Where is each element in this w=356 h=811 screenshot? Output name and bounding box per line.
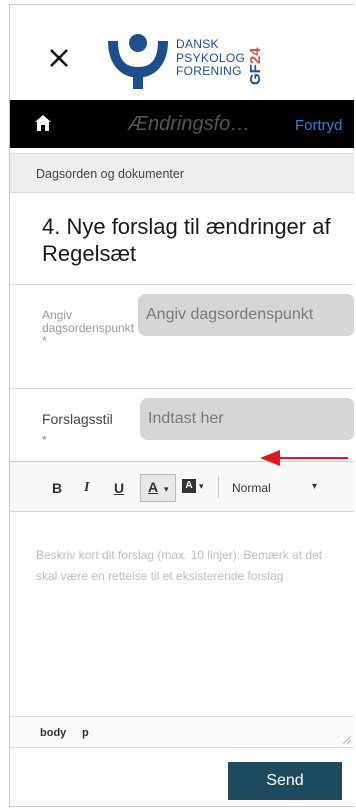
editor-placeholder: Beskriv kort dit forslag (max. 10 linjer… bbox=[36, 548, 323, 583]
chevron-down-icon: ▾ bbox=[312, 481, 318, 492]
rich-text-editor: B I U A ▾ A ▾ Normal ▾ Beskriv kort dit … bbox=[10, 461, 354, 748]
agenda-point-label-text: Angiv dagsordenspunkt bbox=[42, 308, 135, 335]
section-header: Dagsorden og dokumenter bbox=[10, 153, 354, 193]
italic-button[interactable]: I bbox=[84, 480, 89, 496]
section-label: Dagsorden og dokumenter bbox=[36, 167, 185, 181]
form-footer: Send bbox=[10, 747, 354, 806]
editor-content-area[interactable]: Beskriv kort dit forslag (max. 10 linjer… bbox=[10, 513, 354, 713]
bold-button[interactable]: B bbox=[52, 480, 62, 496]
underline-button[interactable]: U bbox=[114, 480, 124, 496]
annotation-arrow-icon bbox=[260, 450, 348, 466]
top-header: DANSK PSYKOLOG FORENING GF24 bbox=[10, 5, 354, 97]
format-select-value: Normal bbox=[232, 481, 271, 495]
psykolog-logo-icon bbox=[108, 34, 168, 89]
app-frame: DANSK PSYKOLOG FORENING GF24 Ændringsfo…… bbox=[9, 4, 354, 807]
path-item-body[interactable]: body bbox=[40, 727, 66, 739]
required-marker: * bbox=[42, 334, 47, 348]
chevron-down-icon: ▾ bbox=[164, 484, 169, 494]
format-select[interactable]: Normal ▾ bbox=[232, 481, 322, 495]
agenda-title-block: 4. Nye forslag til ændringer af Regelsæt bbox=[10, 195, 354, 285]
logo-wordmark: DANSK PSYKOLOG FORENING bbox=[176, 37, 246, 79]
logo-line-2: PSYKOLOG bbox=[176, 50, 246, 65]
logo-line-1: DANSK bbox=[176, 37, 219, 51]
path-item-p[interactable]: p bbox=[82, 727, 89, 739]
close-icon bbox=[50, 49, 68, 67]
agenda-point-input[interactable]: Angiv dagsordenspunkt bbox=[138, 294, 354, 336]
gf24-badge: GF24 bbox=[248, 47, 264, 85]
close-button[interactable] bbox=[46, 45, 72, 71]
font-color-button[interactable]: A ▾ bbox=[140, 474, 176, 502]
agenda-title: 4. Nye forslag til ændringer af Regelsæt bbox=[42, 214, 331, 266]
send-button[interactable]: Send bbox=[228, 762, 342, 800]
chevron-down-icon: ▾ bbox=[199, 481, 204, 491]
resize-grip-icon[interactable] bbox=[341, 734, 351, 744]
toolbar-divider bbox=[218, 476, 219, 498]
svg-text:GF24: GF24 bbox=[248, 47, 264, 85]
font-color-icon: A bbox=[148, 479, 159, 495]
element-path-bar: body p bbox=[10, 716, 354, 748]
home-icon[interactable] bbox=[34, 114, 52, 132]
nav-title: Ændringsfo… bbox=[128, 113, 251, 135]
nav-bar: Ændringsfo… Fortryd bbox=[10, 100, 354, 148]
background-color-button[interactable]: A ▾ bbox=[182, 479, 212, 497]
cancel-button[interactable]: Fortryd bbox=[295, 117, 343, 134]
logo-line-3: FORENING bbox=[176, 64, 242, 78]
required-marker: * bbox=[42, 433, 47, 447]
background-color-icon: A bbox=[182, 479, 196, 493]
proposer-input[interactable]: Indtast her bbox=[140, 398, 354, 440]
agenda-point-row: Angiv dagsordenspunkt * Angiv dagsordens… bbox=[10, 285, 354, 389]
